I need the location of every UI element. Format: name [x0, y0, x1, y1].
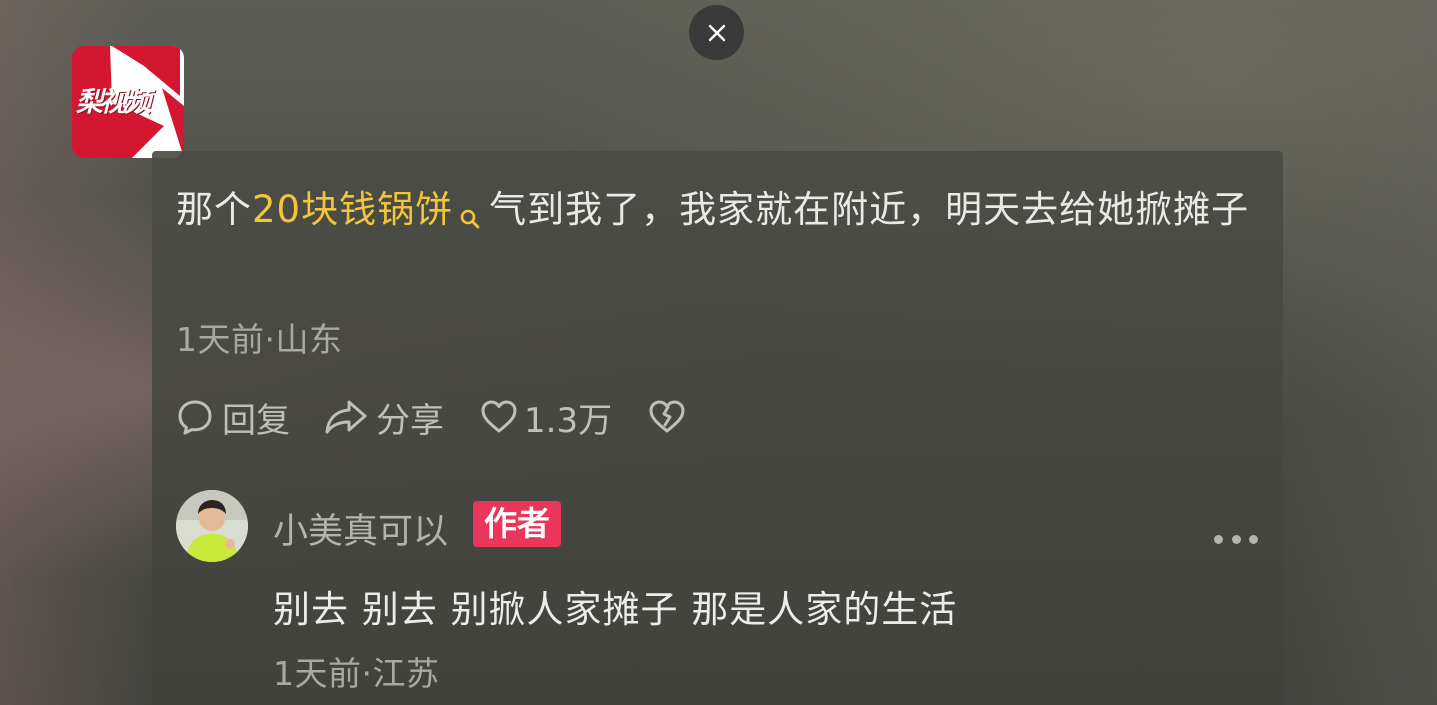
more-dot-icon: [1231, 534, 1241, 544]
share-icon: [325, 400, 367, 434]
search-icon[interactable]: [459, 187, 481, 249]
avatar[interactable]: [176, 490, 248, 562]
comment-text-after: 气到我了，我家就在附近，明天去给她掀摊子: [489, 188, 1250, 231]
reply-meta: 1天前·江苏: [273, 654, 440, 693]
comment-panel: 那个20块钱锅饼 气到我了，我家就在附近，明天去给她掀摊子 1天前·山东 回复 分…: [152, 151, 1283, 705]
like-button[interactable]: 1.3万: [480, 393, 612, 442]
reply-text: 别去 别去 别掀人家摊子 那是人家的生活: [273, 588, 958, 631]
dislike-button[interactable]: [648, 399, 686, 435]
comment-meta: 1天前·山东: [176, 320, 343, 359]
logo-text: 梨视频: [76, 87, 151, 118]
pear-video-logo: 梨视频: [72, 46, 184, 158]
share-button[interactable]: 分享: [324, 393, 444, 442]
broken-heart-icon: [649, 400, 685, 433]
comment-text: 那个20块钱锅饼 气到我了，我家就在附近，明天去给她掀摊子: [176, 179, 1266, 249]
comment-search-link[interactable]: 20块钱锅饼: [252, 188, 453, 231]
comment-actions: 回复 分享 1.3万: [176, 393, 686, 442]
like-count: 1.3万: [524, 400, 613, 441]
more-dot-icon: [1249, 534, 1258, 544]
more-options-button[interactable]: [1214, 531, 1258, 547]
comment-text-before: 那个: [176, 188, 252, 231]
avatar-image: [176, 490, 248, 562]
close-button[interactable]: [689, 5, 744, 60]
reply-label: 回复: [222, 400, 290, 441]
reply-button[interactable]: 回复: [176, 393, 290, 442]
author-badge: 作者: [473, 501, 561, 547]
reply-username[interactable]: 小美真可以: [273, 503, 448, 554]
share-label: 分享: [376, 400, 444, 441]
heart-icon: [481, 400, 517, 433]
close-icon: [708, 24, 725, 41]
reply-icon: [178, 400, 212, 435]
more-dot-icon: [1214, 534, 1223, 544]
background-blur-right: [1283, 0, 1437, 705]
